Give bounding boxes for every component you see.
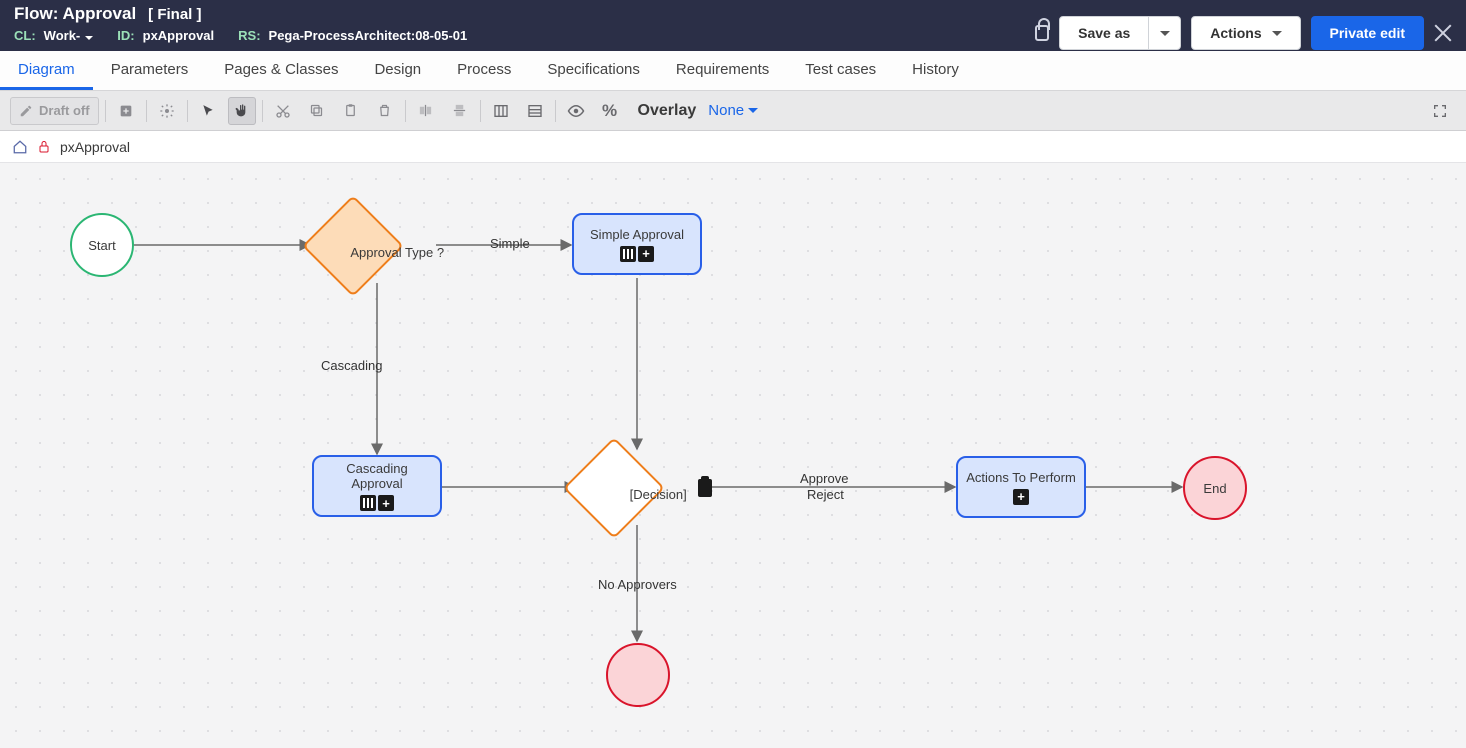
grid-rows-button[interactable]	[521, 97, 549, 125]
tab-test-cases[interactable]: Test cases	[787, 51, 894, 90]
node-cascading-approval[interactable]: Cascading Approval +	[312, 455, 442, 517]
percent-button[interactable]: %	[596, 97, 624, 125]
approval-type-label: Approval Type ?	[327, 245, 467, 260]
lock-icon	[1035, 25, 1049, 41]
node-simple-approval[interactable]: Simple Approval +	[572, 213, 702, 275]
connectors	[0, 163, 1466, 748]
tab-specifications[interactable]: Specifications	[529, 51, 658, 90]
lock-small-icon	[38, 140, 50, 154]
edge-no-approvers[interactable]: No Approvers	[598, 577, 677, 592]
tab-requirements[interactable]: Requirements	[658, 51, 787, 90]
edge-reject[interactable]: Reject	[807, 487, 844, 502]
align-h-button[interactable]	[412, 97, 440, 125]
tab-process[interactable]: Process	[439, 51, 529, 90]
end-label: End	[1203, 481, 1226, 496]
overlay-label: Overlay	[638, 102, 697, 120]
pan-tool[interactable]	[228, 97, 256, 125]
actions-perform-label: Actions To Perform	[966, 470, 1076, 485]
start-label: Start	[88, 238, 115, 253]
node-approval-type[interactable]: Approval Type ?	[317, 210, 389, 282]
expand-icon: +	[378, 495, 394, 511]
cl-value[interactable]: Work-	[44, 28, 94, 43]
tab-pages-classes[interactable]: Pages & Classes	[206, 51, 356, 90]
node-end[interactable]: End	[1183, 456, 1247, 520]
breadcrumb-name[interactable]: pxApproval	[60, 139, 130, 155]
save-as-caret[interactable]	[1149, 16, 1181, 50]
cut-button[interactable]	[269, 97, 297, 125]
rule-tabs: Diagram Parameters Pages & Classes Desig…	[0, 51, 1466, 91]
save-as-button[interactable]: Save as	[1059, 16, 1149, 50]
settings-button[interactable]	[153, 97, 181, 125]
actions-button[interactable]: Actions	[1191, 16, 1300, 50]
rule-header: Flow: Approval [ Final ] CL: Work- ID: p…	[0, 0, 1466, 51]
pencil-icon	[19, 104, 33, 118]
pointer-tool[interactable]	[194, 97, 222, 125]
draft-label: Draft off	[39, 103, 90, 118]
flow-name: Approval	[62, 4, 136, 23]
paste-button[interactable]	[337, 97, 365, 125]
tab-history[interactable]: History	[894, 51, 977, 90]
grid-cols-button[interactable]	[487, 97, 515, 125]
edge-cascading[interactable]: Cascading	[321, 358, 382, 373]
add-shape-button[interactable]	[112, 97, 140, 125]
flow-prefix: Flow:	[14, 4, 58, 23]
node-decision[interactable]: [Decision]	[578, 452, 650, 524]
expand-icon: +	[638, 246, 654, 262]
cascading-label-2: Approval	[351, 476, 402, 491]
private-edit-button[interactable]: Private edit	[1311, 16, 1424, 50]
fullscreen-button[interactable]	[1426, 97, 1454, 125]
final-tag: [ Final ]	[148, 6, 201, 23]
tab-parameters[interactable]: Parameters	[93, 51, 207, 90]
delete-button[interactable]	[371, 97, 399, 125]
simple-approval-label: Simple Approval	[590, 227, 684, 242]
diagram-toolbar: Draft off % Overlay None	[0, 91, 1466, 131]
save-as-split[interactable]: Save as	[1059, 16, 1181, 50]
edge-approve[interactable]: Approve	[800, 471, 848, 486]
node-start[interactable]: Start	[70, 213, 134, 277]
node-actions-to-perform[interactable]: Actions To Perform +	[956, 456, 1086, 518]
parallel-icon	[360, 495, 376, 511]
node-end-no-approvers[interactable]	[606, 643, 670, 707]
percent-icon: %	[602, 101, 617, 121]
cl-label: CL:	[14, 28, 36, 43]
align-v-button[interactable]	[446, 97, 474, 125]
overlay-value[interactable]: None	[708, 102, 758, 119]
diagram-canvas[interactable]: Start Approval Type ? Simple Approval + …	[0, 163, 1466, 748]
close-icon[interactable]	[1434, 24, 1452, 42]
breadcrumb: pxApproval	[0, 131, 1466, 163]
rs-value: Pega-ProcessArchitect:08-05-01	[269, 28, 468, 43]
id-label: ID:	[117, 28, 134, 43]
home-icon[interactable]	[12, 140, 28, 154]
rs-label: RS:	[238, 28, 260, 43]
copy-button[interactable]	[303, 97, 331, 125]
clipboard-icon	[698, 479, 712, 497]
expand-icon: +	[1013, 489, 1029, 505]
actions-label: Actions	[1210, 25, 1261, 41]
parallel-icon	[620, 246, 636, 262]
preview-button[interactable]	[562, 97, 590, 125]
draft-toggle[interactable]: Draft off	[10, 97, 99, 125]
id-value: pxApproval	[143, 28, 215, 43]
tab-diagram[interactable]: Diagram	[0, 51, 93, 90]
edge-simple[interactable]: Simple	[490, 236, 530, 251]
tab-design[interactable]: Design	[356, 51, 439, 90]
cascading-label-1: Cascading	[346, 461, 407, 476]
